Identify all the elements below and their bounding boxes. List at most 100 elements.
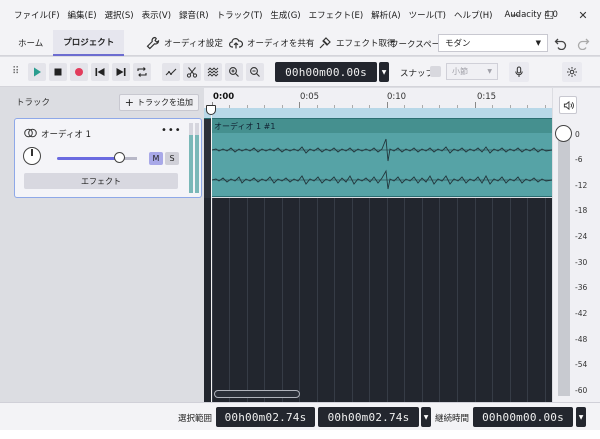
menu-tracks[interactable]: トラック(T) bbox=[213, 9, 267, 21]
db-label: -48 bbox=[575, 335, 588, 344]
skip-to-end-button[interactable] bbox=[112, 63, 130, 81]
silence-tool-button[interactable] bbox=[204, 63, 222, 81]
db-label: -42 bbox=[575, 309, 588, 318]
clip-header[interactable]: オーディオ 1 #1 bbox=[212, 119, 552, 133]
loop-icon bbox=[137, 67, 147, 77]
selection-end-timecode[interactable]: 00h00m02.74s bbox=[318, 407, 419, 427]
ruler-label: 0:10 bbox=[387, 92, 407, 102]
skip-end-icon bbox=[116, 68, 126, 76]
track-panel: トラック + トラックを追加 オーディオ 1 ••• M S エフェクト bbox=[10, 88, 203, 402]
master-volume-thumb[interactable] bbox=[555, 125, 572, 142]
waveform-display bbox=[212, 138, 552, 190]
envelope-tool-button[interactable] bbox=[162, 63, 180, 81]
record-button[interactable] bbox=[70, 63, 88, 81]
timecode-display[interactable]: 00h00m00.00s bbox=[275, 62, 377, 82]
tab-project[interactable]: プロジェクト bbox=[53, 29, 125, 56]
track-name[interactable]: オーディオ 1 bbox=[41, 128, 91, 140]
audio-settings-button[interactable]: オーディオ設定 bbox=[146, 36, 223, 50]
ruler-label: 0:15 bbox=[477, 92, 497, 102]
menu-help[interactable]: ヘルプ(H) bbox=[450, 9, 497, 21]
menu-view[interactable]: 表示(V) bbox=[138, 9, 175, 21]
db-label: -60 bbox=[575, 386, 588, 395]
tab-home[interactable]: ホーム bbox=[8, 30, 53, 56]
redo-icon bbox=[577, 38, 590, 50]
mute-button[interactable]: M bbox=[149, 152, 163, 165]
play-button[interactable] bbox=[28, 63, 46, 81]
db-label: -54 bbox=[575, 360, 588, 369]
loop-button[interactable] bbox=[133, 63, 151, 81]
effects-button[interactable]: エフェクト bbox=[24, 173, 178, 189]
trim-tool-button[interactable] bbox=[183, 63, 201, 81]
undo-button[interactable] bbox=[553, 35, 569, 51]
ruler-label: 0:00 bbox=[213, 92, 235, 102]
snap-label: スナップ bbox=[400, 69, 435, 79]
share-audio-label: オーディオを共有 bbox=[247, 39, 315, 49]
track-control-panel[interactable]: オーディオ 1 ••• M S エフェクト bbox=[14, 118, 202, 198]
db-label: -30 bbox=[575, 258, 588, 267]
cloud-upload-icon bbox=[229, 38, 243, 49]
duration-format-dropdown[interactable]: ▼ bbox=[576, 407, 586, 427]
empty-track-area[interactable] bbox=[204, 198, 552, 402]
tracks-label: トラック bbox=[16, 98, 51, 108]
transport-toolbar: ⠿ 00h00m00.00s ▼ スナップ 小節 ▼ bbox=[0, 57, 600, 87]
audio-clip[interactable]: オーディオ 1 #1 bbox=[204, 118, 552, 198]
volume-slider-thumb[interactable] bbox=[114, 152, 125, 163]
horizontal-scrollbar[interactable] bbox=[214, 390, 300, 398]
master-meter-panel: 0 -6 -12 -18 -24 -30 -36 -42 -48 -54 -60 bbox=[553, 88, 600, 402]
snap-select[interactable]: 小節 ▼ bbox=[446, 63, 498, 80]
menu-bar: ファイル(F) 編集(E) 選択(S) 表示(V) 録音(R) トラック(T) … bbox=[0, 0, 600, 30]
window-bottom-edge bbox=[0, 430, 600, 439]
undo-icon bbox=[554, 38, 567, 50]
share-audio-button[interactable]: オーディオを共有 bbox=[229, 36, 314, 50]
gain-knob[interactable] bbox=[23, 147, 41, 165]
volume-slider[interactable] bbox=[57, 157, 137, 160]
menu-tools[interactable]: ツール(T) bbox=[405, 9, 450, 21]
solo-button[interactable]: S bbox=[165, 152, 179, 165]
minimize-button[interactable]: ─ bbox=[498, 0, 532, 30]
menu-generate[interactable]: 生成(G) bbox=[266, 9, 304, 21]
plus-icon: + bbox=[124, 96, 134, 109]
menu-analyze[interactable]: 解析(A) bbox=[367, 9, 404, 21]
time-ruler[interactable]: 0:00 0:05 0:10 0:15 bbox=[204, 88, 552, 108]
maximize-button[interactable]: ☐ bbox=[532, 0, 566, 30]
speaker-button[interactable] bbox=[559, 96, 577, 114]
get-effects-button[interactable]: エフェクト取得 bbox=[318, 36, 396, 50]
settings-button[interactable] bbox=[562, 62, 582, 82]
add-track-button[interactable]: + トラックを追加 bbox=[118, 94, 199, 111]
skip-to-start-button[interactable] bbox=[91, 63, 109, 81]
zoom-out-button[interactable] bbox=[246, 63, 264, 81]
add-track-label: トラックを追加 bbox=[137, 98, 193, 107]
master-volume-track[interactable] bbox=[558, 134, 570, 396]
redo-button[interactable] bbox=[575, 35, 591, 51]
timecode-format-dropdown[interactable]: ▼ bbox=[379, 62, 389, 82]
menu-effect[interactable]: エフェクト(E) bbox=[305, 9, 368, 21]
selection-format-dropdown[interactable]: ▼ bbox=[421, 407, 431, 427]
stop-button[interactable] bbox=[49, 63, 67, 81]
menu-record[interactable]: 録音(R) bbox=[175, 9, 213, 21]
close-button[interactable]: ✕ bbox=[566, 0, 600, 30]
db-label: -6 bbox=[575, 155, 583, 164]
track-menu-button[interactable]: ••• bbox=[161, 125, 182, 136]
drag-handle-icon[interactable]: ⠿ bbox=[12, 66, 19, 77]
plugin-icon bbox=[319, 37, 331, 49]
microphone-button[interactable] bbox=[509, 62, 529, 82]
timeline-area[interactable]: 0:00 0:05 0:10 0:15 オーディオ 1 #1 bbox=[204, 88, 552, 402]
menu-file[interactable]: ファイル(F) bbox=[10, 9, 64, 21]
selection-strip[interactable] bbox=[204, 108, 552, 118]
selection-start-timecode[interactable]: 00h00m02.74s bbox=[216, 407, 315, 427]
workspace-select[interactable]: モダン ▼ bbox=[438, 34, 548, 52]
selection-label: 選択範囲 bbox=[178, 414, 213, 424]
menu-edit[interactable]: 編集(E) bbox=[64, 9, 101, 21]
duration-timecode[interactable]: 00h00m00.00s bbox=[473, 407, 573, 427]
db-label: 0 bbox=[575, 130, 580, 139]
skip-start-icon bbox=[95, 68, 105, 76]
wrench-icon bbox=[146, 36, 160, 50]
db-label: -12 bbox=[575, 181, 588, 190]
playhead-handle[interactable] bbox=[206, 105, 216, 115]
zoom-in-button[interactable] bbox=[225, 63, 243, 81]
menu-select[interactable]: 選択(S) bbox=[101, 9, 138, 21]
snap-checkbox[interactable] bbox=[430, 66, 441, 77]
snap-value: 小節 bbox=[452, 67, 468, 76]
microphone-icon bbox=[515, 66, 523, 77]
window-controls: ─ ☐ ✕ bbox=[498, 0, 600, 30]
